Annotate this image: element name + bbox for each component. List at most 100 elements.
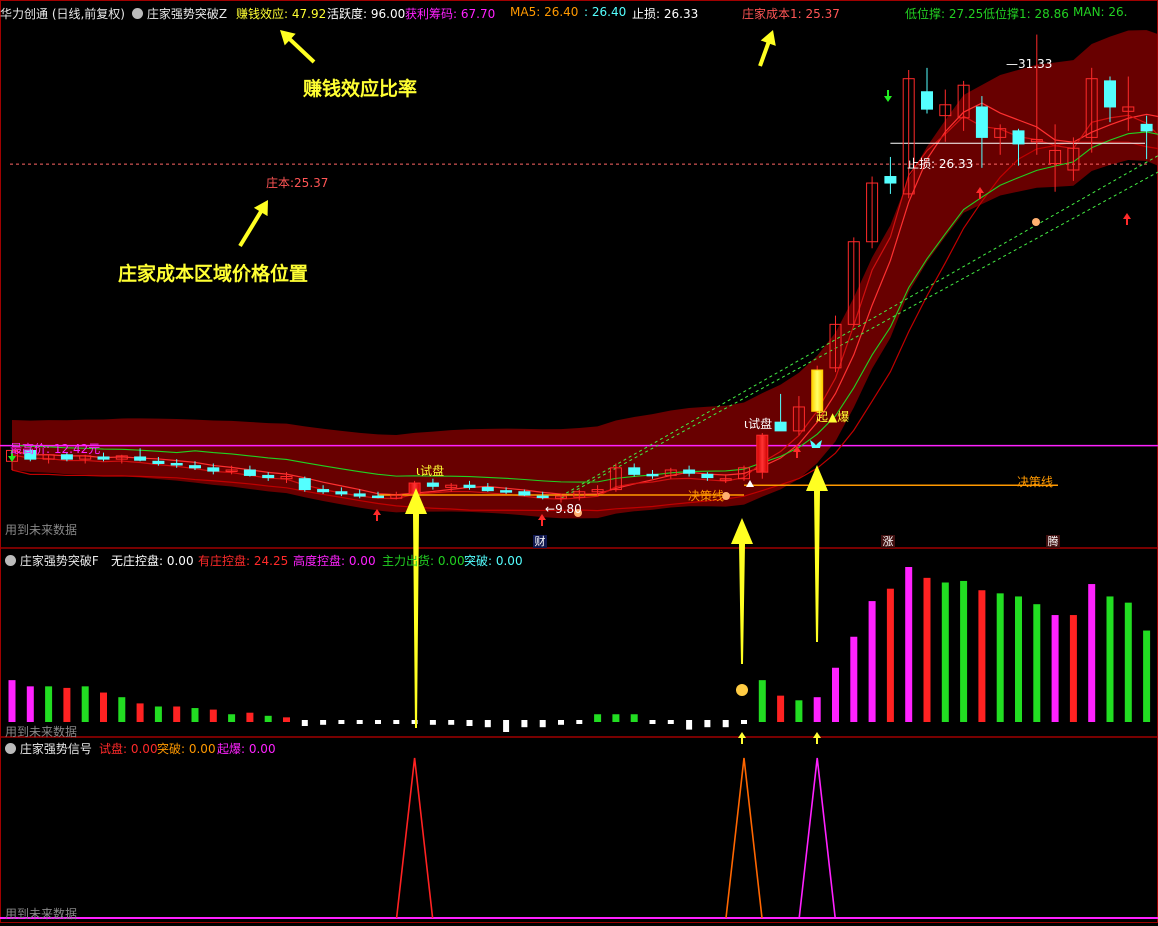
bar-white (302, 720, 308, 726)
candle-body (702, 474, 713, 477)
bar (887, 589, 894, 722)
bar-white (723, 720, 729, 727)
candle-body (208, 468, 219, 471)
p2-field-2: 高度控盘: 0.00 (293, 552, 376, 569)
main-field-1: 活跃度: 96.00 (327, 5, 405, 22)
bar (1107, 596, 1114, 722)
bar (869, 601, 876, 722)
panel3-title[interactable]: 庄家强势信号 (20, 742, 92, 756)
diagonal-yellow-arrow (752, 27, 780, 68)
bar-white (576, 720, 582, 724)
main-field-9: MAN: 26. (1073, 5, 1128, 19)
bar (82, 686, 89, 722)
main-field-label: 止损: (632, 7, 660, 21)
bar-white (668, 720, 674, 724)
bar (997, 593, 1004, 722)
p2-field-value: 0.00 (434, 554, 465, 568)
badge-teng[interactable]: 腾 (1046, 535, 1060, 548)
candle-body (1141, 124, 1152, 131)
badge-zhang[interactable]: 涨 (881, 535, 895, 548)
bar (63, 688, 70, 722)
dropdown-circle-icon[interactable] (5, 743, 16, 754)
candle-body (135, 457, 146, 460)
bar (265, 716, 272, 722)
bar (814, 697, 821, 722)
bar (45, 686, 52, 722)
p2-field-3: 主力出货: 0.00 (382, 552, 465, 569)
bar-white (503, 720, 509, 732)
main-header: 华力创通 (日线,前复权) (0, 5, 125, 22)
high-price-mark: —31.33 (1006, 57, 1052, 71)
bar (192, 708, 199, 722)
bar (1015, 596, 1022, 722)
p3-field-label: 起爆: (217, 742, 245, 756)
candle-body (976, 107, 987, 137)
main-field-6: 庄家成本1: 25.37 (742, 5, 840, 22)
bar-white (448, 720, 454, 725)
hand-icon (1032, 218, 1040, 226)
p2-field-label: 主力出货: (382, 554, 434, 568)
money-bag-icon (736, 684, 748, 696)
bar (1033, 604, 1040, 722)
panel2-title[interactable]: 庄家强势突破F (20, 554, 99, 568)
main-field-4: : 26.40 (584, 5, 626, 19)
badge-cai[interactable]: 财 (533, 535, 547, 548)
bar (228, 714, 235, 722)
bar (137, 703, 144, 722)
candle-body (1013, 131, 1024, 144)
candle-body (153, 461, 164, 463)
main-field-label: 赚钱效应: (236, 7, 288, 21)
bar (850, 637, 857, 722)
panel3-header[interactable]: 庄家强势信号 (5, 740, 92, 757)
candle-body (373, 496, 384, 498)
chart-svg (0, 0, 1158, 923)
candle-body (98, 457, 109, 459)
candle-body (171, 463, 182, 465)
annotation-arrows-layer (233, 24, 828, 728)
p3-field-0: 试盘: 0.00 (99, 740, 158, 757)
bar (832, 668, 839, 722)
candle-body (1105, 81, 1116, 107)
main-field-value: 27.25 (945, 7, 983, 21)
main-field-label: 活跃度: (327, 7, 367, 21)
p2-field-value: 0.00 (163, 554, 194, 568)
candle-body (501, 491, 512, 493)
bar (777, 696, 784, 722)
indicator-name[interactable]: 庄家强势突破Z (147, 7, 227, 21)
big-yellow-arrow (806, 465, 828, 642)
bar-white (338, 720, 344, 724)
p2-field-label: 突破: (464, 554, 492, 568)
red-up-arrow (1123, 213, 1131, 225)
bar (283, 717, 290, 722)
main-field-8: 低位撑1: 28.86 (983, 5, 1069, 22)
bar-white (558, 720, 564, 725)
main-field-value: 25.37 (802, 7, 840, 21)
bar (100, 693, 107, 722)
p2-field-label: 无庄控盘: (111, 554, 163, 568)
bar (210, 710, 217, 722)
p3-field-label: 试盘: (99, 742, 127, 756)
main-field-0: 赚钱效应: 47.92 (236, 5, 326, 22)
p2-field-value: 0.00 (492, 554, 523, 568)
main-field-value: 26.40 (540, 5, 578, 19)
dropdown-circle-icon[interactable] (5, 555, 16, 566)
candle-body (190, 466, 201, 468)
low-price-mark: ←9.80 (545, 502, 582, 516)
p2-field-value: 0.00 (345, 554, 376, 568)
bar (1052, 615, 1059, 722)
diagonal-yellow-arrow (233, 196, 275, 250)
indicator-name-wrap[interactable]: 庄家强势突破Z (132, 5, 227, 22)
main-field-2: 获利筹码: 67.70 (405, 5, 495, 22)
bar (1070, 615, 1077, 722)
panel2-future-note: 用到未来数据 (5, 723, 77, 740)
main-field-5: 止损: 26.33 (632, 5, 698, 22)
bar (1125, 603, 1132, 722)
green-down-arrow (884, 90, 892, 102)
panel2-header[interactable]: 庄家强势突破F (5, 552, 99, 569)
p2-field-4: 突破: 0.00 (464, 552, 523, 569)
bar-white (357, 720, 363, 724)
candle-body (482, 487, 493, 490)
arrow-shape (752, 27, 780, 68)
big-yellow-arrow (405, 488, 427, 728)
dropdown-circle-icon[interactable] (132, 8, 143, 19)
